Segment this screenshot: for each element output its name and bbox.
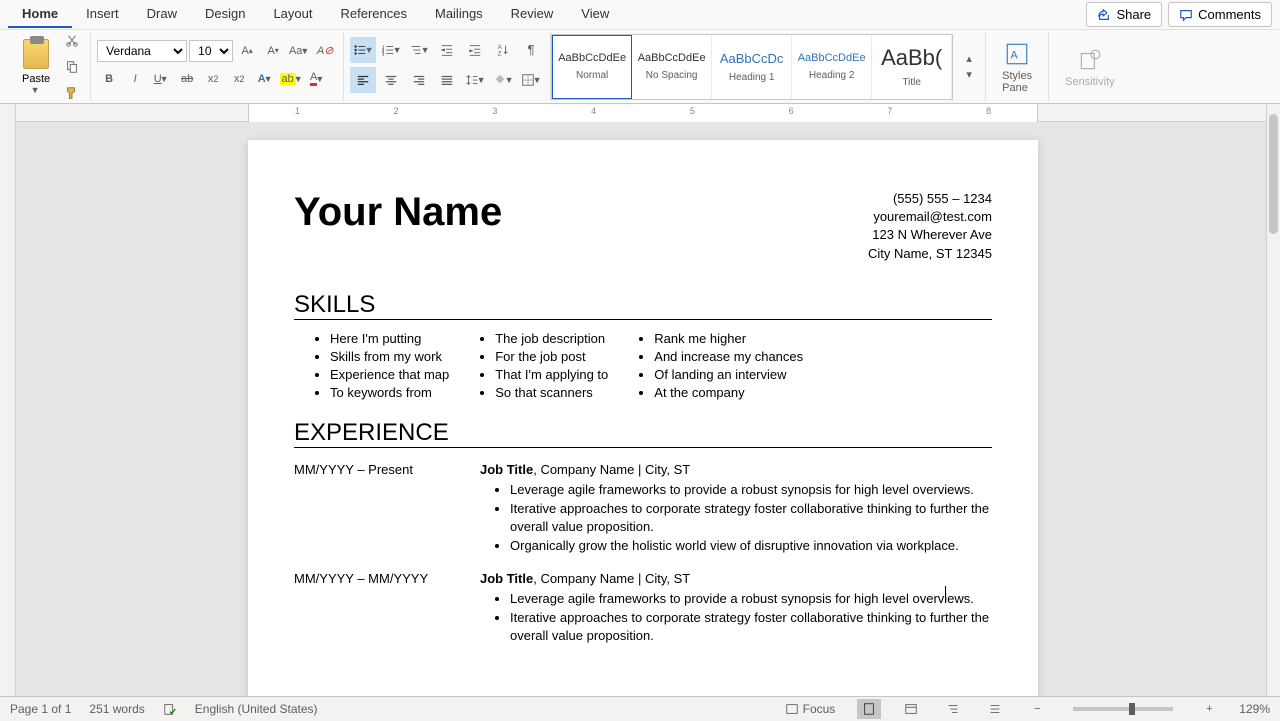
svg-text:3: 3 (382, 51, 385, 56)
align-right-button[interactable] (406, 67, 432, 93)
increase-indent-button[interactable] (462, 37, 488, 63)
print-layout-view[interactable] (857, 699, 881, 719)
resume-name[interactable]: Your Name (294, 190, 502, 235)
focus-mode-button[interactable]: Focus (781, 700, 840, 718)
tab-view[interactable]: View (567, 1, 623, 28)
style-normal[interactable]: AaBbCcDdEeNormal (552, 35, 632, 99)
font-color-button[interactable]: A▼ (305, 67, 329, 91)
strikethrough-button[interactable]: ab (175, 67, 199, 91)
paste-label: Paste (22, 73, 50, 85)
outline-view[interactable] (941, 699, 965, 719)
shading-button[interactable]: ▼ (490, 67, 516, 93)
style-heading-2[interactable]: AaBbCcDdEeHeading 2 (792, 35, 872, 99)
ribbon-tabs: HomeInsertDrawDesignLayoutReferencesMail… (0, 0, 1280, 30)
share-icon (1097, 8, 1111, 22)
format-painter-button[interactable] (60, 81, 84, 105)
text-effects-button[interactable]: A▼ (253, 67, 277, 91)
bullets-button[interactable]: ▼ (350, 37, 376, 63)
font-size-select[interactable]: 10 (189, 40, 233, 62)
spell-check-icon[interactable] (163, 702, 177, 716)
tab-review[interactable]: Review (497, 1, 568, 28)
multilevel-list-button[interactable]: ▼ (406, 37, 432, 63)
paste-button[interactable]: Paste ▼ (14, 37, 58, 97)
underline-button[interactable]: U▼ (149, 67, 173, 91)
shrink-font-button[interactable]: A▾ (261, 39, 285, 63)
list-item[interactable]: Rank me higherAnd increase my chancesOf … (654, 330, 803, 403)
grow-font-button[interactable]: A▴ (235, 39, 259, 63)
ribbon-toolbar: Paste ▼ Verdana 10 A▴ A▾ Aa▼ A⊘ B I U▼ a… (0, 30, 1280, 104)
copy-button[interactable] (60, 55, 84, 79)
cut-button[interactable] (60, 29, 84, 53)
text-cursor (945, 586, 946, 602)
word-count[interactable]: 251 words (89, 702, 144, 716)
tab-mailings[interactable]: Mailings (421, 1, 497, 28)
draft-view[interactable] (983, 699, 1007, 719)
list-item[interactable]: Here I'm puttingSkills from my workExper… (330, 330, 449, 403)
styles-pane-button[interactable]: A Styles Pane (992, 38, 1042, 96)
experience-entry[interactable]: MM/YYYY – PresentJob Title, Company Name… (294, 462, 992, 557)
justify-button[interactable] (434, 67, 460, 93)
comment-icon (1179, 8, 1193, 22)
styles-gallery[interactable]: AaBbCcDdEeNormalAaBbCcDdEeNo SpacingAaBb… (551, 34, 953, 100)
svg-text:Z: Z (498, 50, 502, 57)
comments-label: Comments (1198, 7, 1261, 22)
styles-more[interactable]: ▾ (957, 67, 981, 83)
change-case-button[interactable]: Aa▼ (287, 39, 311, 63)
numbering-button[interactable]: 123▼ (378, 37, 404, 63)
zoom-slider[interactable] (1073, 707, 1173, 711)
focus-icon (785, 702, 799, 716)
horizontal-ruler[interactable]: 12345678 (16, 104, 1266, 122)
superscript-button[interactable]: x2 (227, 67, 251, 91)
tab-references[interactable]: References (327, 1, 421, 28)
zoom-in-button[interactable]: + (1197, 697, 1221, 721)
language-indicator[interactable]: English (United States) (195, 702, 318, 716)
web-layout-view[interactable] (899, 699, 923, 719)
tab-design[interactable]: Design (191, 1, 259, 28)
style-heading-1[interactable]: AaBbCcDcHeading 1 (712, 35, 792, 99)
line-spacing-button[interactable]: ▼ (462, 67, 488, 93)
tab-home[interactable]: Home (8, 1, 72, 28)
document-canvas[interactable]: Your Name (555) 555 – 1234 youremail@tes… (16, 122, 1266, 696)
contact-block[interactable]: (555) 555 – 1234 youremail@test.com 123 … (868, 190, 992, 263)
borders-button[interactable]: ▼ (518, 67, 544, 93)
list-item[interactable]: The job descriptionFor the job postThat … (495, 330, 608, 403)
tab-insert[interactable]: Insert (72, 1, 133, 28)
comments-button[interactable]: Comments (1168, 2, 1272, 27)
share-button[interactable]: Share (1086, 2, 1162, 27)
bold-button[interactable]: B (97, 67, 121, 91)
style-no-spacing[interactable]: AaBbCcDdEeNo Spacing (632, 35, 712, 99)
font-name-select[interactable]: Verdana (97, 40, 187, 62)
vertical-ruler[interactable] (0, 104, 16, 696)
decrease-indent-button[interactable] (434, 37, 460, 63)
subscript-button[interactable]: x2 (201, 67, 225, 91)
skills-heading[interactable]: SKILLS (294, 291, 992, 320)
share-label: Share (1116, 7, 1151, 22)
clear-formatting-button[interactable]: A⊘ (313, 39, 337, 63)
page[interactable]: Your Name (555) 555 – 1234 youremail@tes… (248, 140, 1038, 696)
show-marks-button[interactable]: ¶ (518, 37, 544, 63)
sort-button[interactable]: AZ (490, 37, 516, 63)
experience-entry[interactable]: MM/YYYY – MM/YYYYJob Title, Company Name… (294, 571, 992, 647)
vertical-scrollbar[interactable] (1266, 104, 1280, 696)
italic-button[interactable]: I (123, 67, 147, 91)
skills-list[interactable]: Here I'm puttingSkills from my workExper… (294, 330, 992, 403)
tab-draw[interactable]: Draw (133, 1, 191, 28)
highlight-button[interactable]: ab▼ (279, 67, 303, 91)
align-left-button[interactable] (350, 67, 376, 93)
zoom-out-button[interactable]: − (1025, 697, 1049, 721)
scroll-thumb[interactable] (1269, 114, 1278, 234)
sensitivity-button[interactable]: Sensitivity (1055, 44, 1125, 90)
clipboard-icon (23, 39, 49, 69)
styles-scroll-up[interactable]: ▴ (957, 51, 981, 67)
zoom-level[interactable]: 129% (1239, 702, 1270, 716)
status-bar: Page 1 of 1 251 words English (United St… (0, 696, 1280, 720)
svg-text:A: A (1011, 49, 1019, 61)
align-center-button[interactable] (378, 67, 404, 93)
page-indicator[interactable]: Page 1 of 1 (10, 702, 71, 716)
experience-heading[interactable]: EXPERIENCE (294, 419, 992, 448)
style-title[interactable]: AaBb(Title (872, 35, 952, 99)
tab-layout[interactable]: Layout (259, 1, 326, 28)
